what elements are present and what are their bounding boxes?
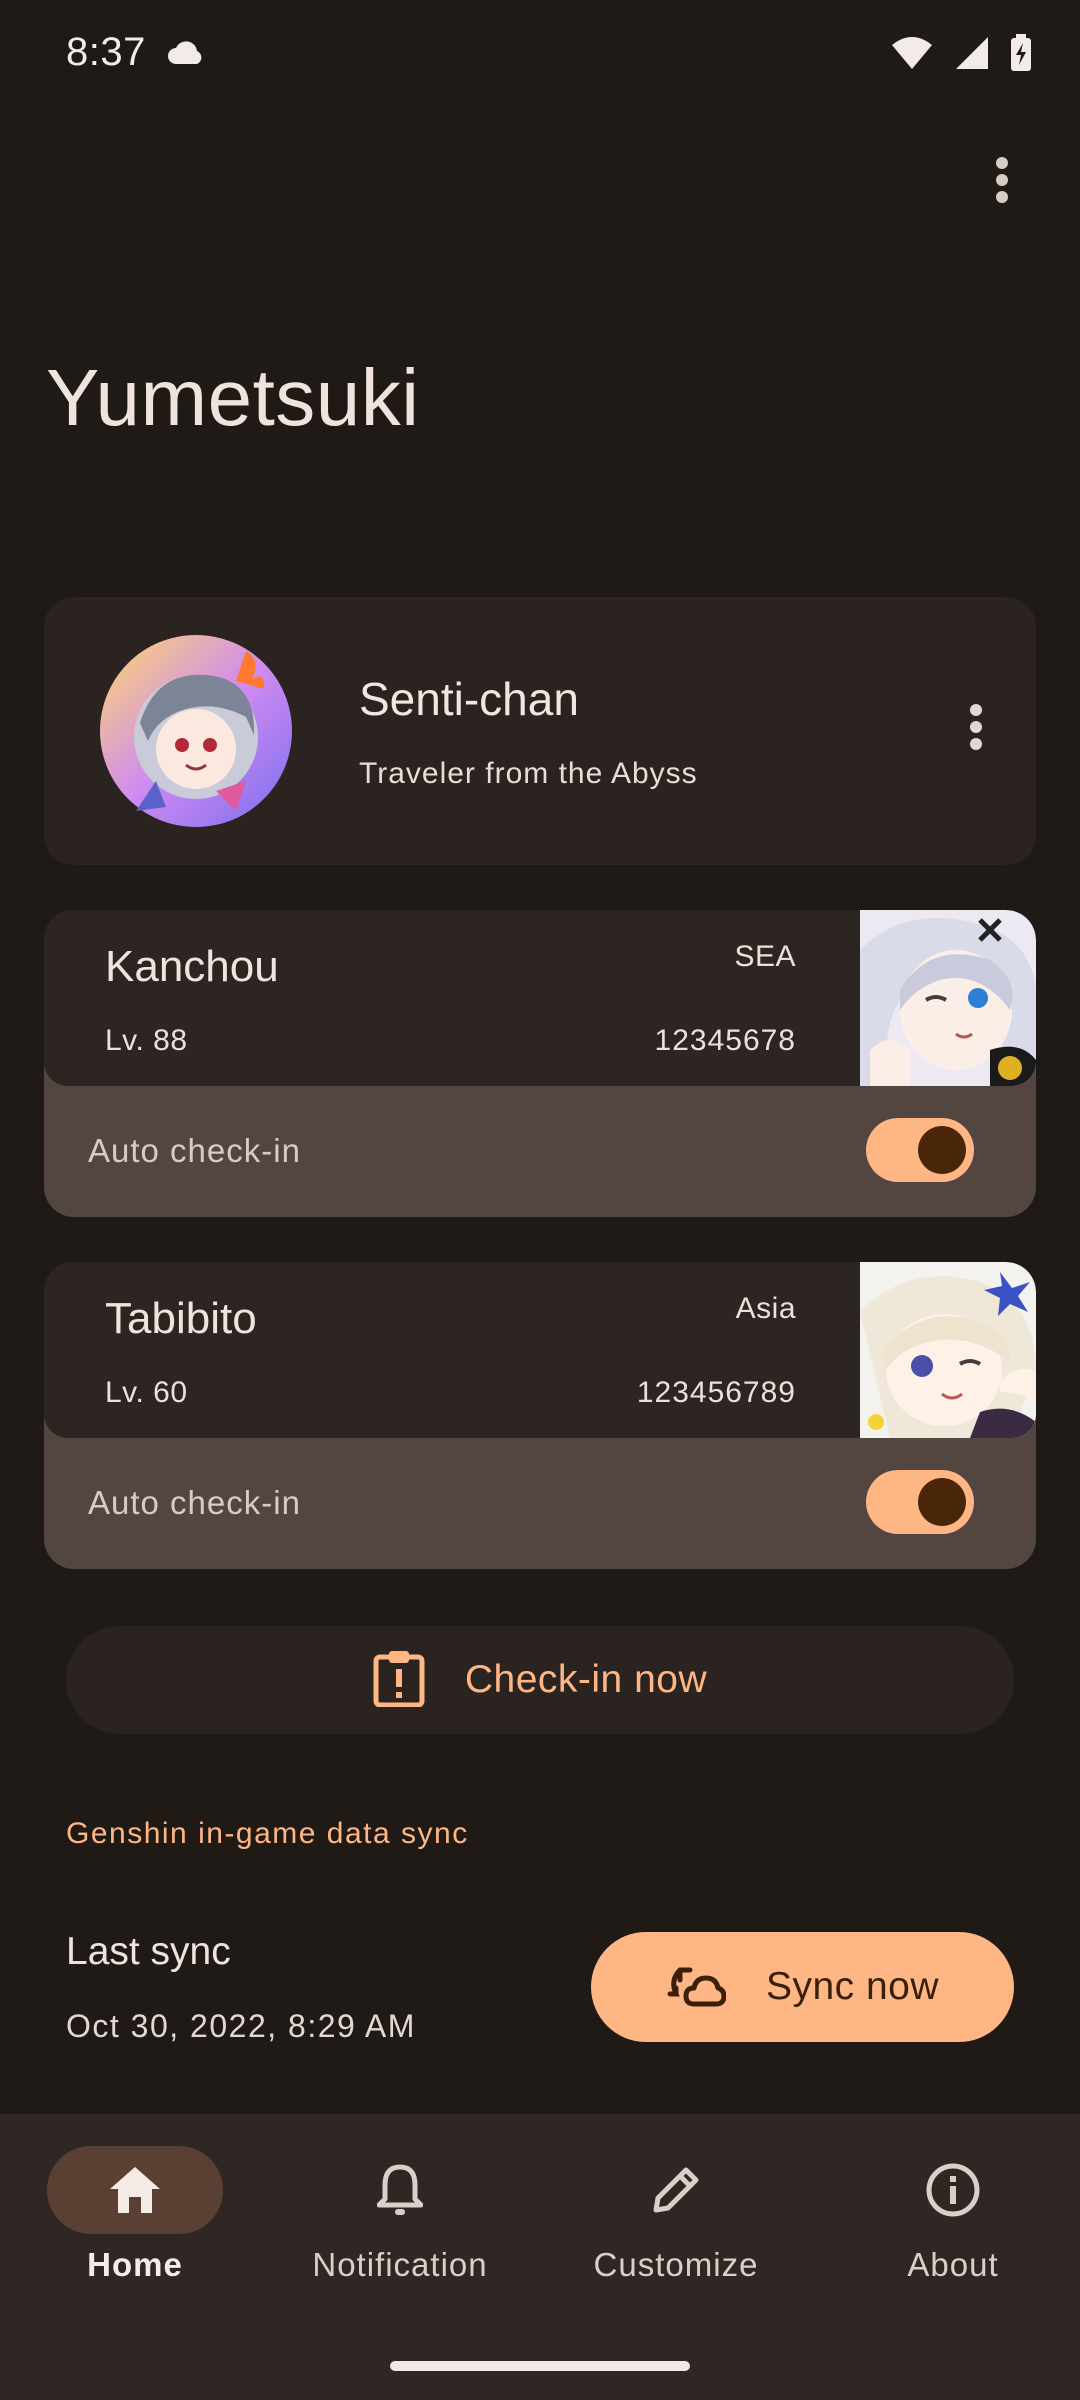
bell-icon [377,2164,423,2215]
app-title: Yumetsuki [46,353,420,442]
auto-checkin-label: Auto check-in [88,1484,301,1521]
last-sync-time: Oct 30, 2022, 8:29 AM [66,2008,416,2044]
nav-label: Customize [593,2246,759,2283]
nav-label: Notification [312,2246,488,2283]
account-card[interactable]: Tabibito Asia Lv. 60 123456789 Auto chec… [44,1262,1036,1569]
clipboard-alert-icon [373,1649,425,1712]
checkin-now-label: Check-in now [464,1658,708,1701]
account-level: Lv. 88 [105,1024,188,1057]
character-portrait [860,1262,1036,1438]
nav-label: About [907,2246,999,2283]
account-region: SEA [734,940,796,973]
nav-label: Home [87,2246,183,2283]
last-sync-title: Last sync [66,1930,231,1973]
account-name: Tabibito [105,1294,257,1343]
nav-active-indicator [47,2146,223,2234]
info-icon [926,2163,980,2217]
nav-icon-wrap [865,2146,1041,2234]
section-header-data-sync: Genshin in-game data sync [66,1817,469,1850]
bottom-navigation: Home Notification Customize About [0,2114,1080,2400]
nav-item-notification[interactable]: Notification [265,2114,535,2314]
nav-icon-wrap [312,2146,488,2234]
account-level: Lv. 60 [105,1376,188,1409]
auto-checkin-label: Auto check-in [88,1132,301,1169]
account-uid: 123456789 [636,1376,796,1409]
sync-icon [666,1960,727,2015]
account-uid: 12345678 [654,1024,796,1057]
status-icons [890,34,1032,77]
gesture-handle[interactable] [390,2361,690,2371]
signal-icon [954,35,990,76]
profile-menu-button[interactable] [946,697,1006,757]
profile-signature: Traveler from the Abyss [359,757,698,790]
toggle-knob [918,1478,966,1526]
profile-card[interactable]: Senti-chan Traveler from the Abyss [44,597,1036,865]
account-info: Tabibito Asia Lv. 60 123456789 [44,1262,1036,1438]
auto-checkin-toggle[interactable] [866,1118,974,1182]
wifi-icon [890,35,934,76]
status-bar: 8:37 [0,0,1080,110]
screen: 8:37 Yumetsuki Senti-chan Traveler from … [0,0,1080,2400]
nav-item-about[interactable]: About [818,2114,1080,2314]
avatar [96,631,296,831]
checkin-now-button[interactable]: Check-in now [66,1626,1014,1734]
battery-charging-icon [1010,34,1032,77]
more-vert-icon [996,157,1008,203]
home-icon [110,2167,160,2213]
account-info: Kanchou SEA Lv. 88 12345678 [44,910,1036,1086]
account-region: Asia [735,1292,796,1325]
more-options-button[interactable] [972,150,1032,210]
status-time: 8:37 [66,30,146,74]
more-vert-icon [970,704,982,750]
nav-item-customize[interactable]: Customize [541,2114,811,2314]
account-name: Kanchou [105,942,279,991]
character-portrait [860,910,1036,1086]
sync-now-button[interactable]: Sync now [591,1932,1014,2042]
sync-now-label: Sync now [765,1965,940,2008]
auto-checkin-toggle[interactable] [866,1470,974,1534]
account-card[interactable]: Kanchou SEA Lv. 88 12345678 Auto check-i… [44,910,1036,1217]
toggle-knob [918,1126,966,1174]
pencil-icon [653,2167,699,2213]
nav-item-home[interactable]: Home [0,2114,270,2314]
nav-icon-wrap [588,2146,764,2234]
profile-name: Senti-chan [359,673,579,725]
cloud-icon [166,38,206,71]
